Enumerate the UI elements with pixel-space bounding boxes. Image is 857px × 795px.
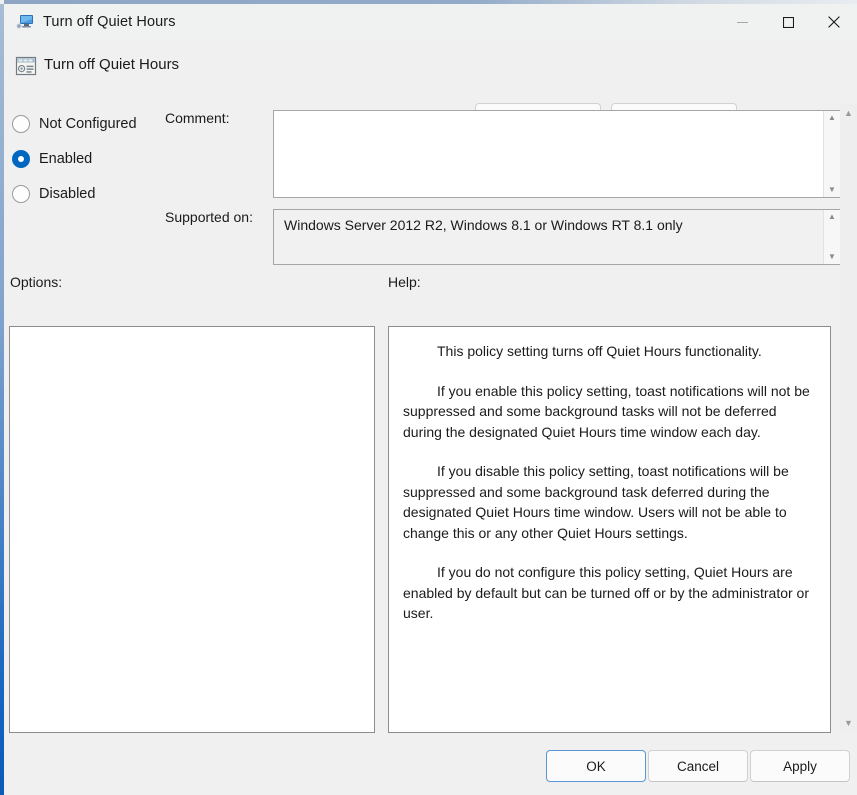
- window-left-accent-border: [0, 4, 4, 795]
- supported-on-scrollbar[interactable]: ▲ ▼: [823, 210, 840, 264]
- scroll-down-icon[interactable]: ▼: [828, 186, 836, 194]
- ok-button[interactable]: OK: [546, 750, 646, 782]
- help-paragraph: If you enable this policy setting, toast…: [403, 382, 810, 440]
- help-text: This policy setting turns off Quiet Hour…: [389, 327, 830, 634]
- comment-label: Comment:: [165, 110, 230, 126]
- scroll-down-icon[interactable]: ▼: [844, 719, 853, 728]
- scroll-up-icon[interactable]: ▲: [828, 213, 836, 221]
- supported-on-label: Supported on:: [165, 209, 253, 225]
- radio-disabled-mark: [12, 185, 30, 203]
- options-panel-content: [10, 327, 374, 347]
- title-bar: Turn off Quiet Hours: [4, 4, 857, 40]
- help-paragraph: If you disable this policy setting, toas…: [403, 463, 789, 541]
- radio-enabled-label: Enabled: [39, 151, 93, 167]
- radio-not-configured[interactable]: Not Configured: [12, 115, 137, 133]
- supported-on-textbox: Windows Server 2012 R2, Windows 8.1 or W…: [273, 209, 841, 265]
- radio-disabled-label: Disabled: [39, 186, 96, 202]
- window-title: Turn off Quiet Hours: [43, 14, 176, 30]
- radio-not-configured-label: Not Configured: [39, 116, 137, 132]
- dialog-scrollbar[interactable]: ▲ ▼: [840, 104, 857, 733]
- window-controls: [719, 4, 857, 40]
- scroll-down-icon[interactable]: ▼: [828, 253, 836, 261]
- comment-scrollbar[interactable]: ▲ ▼: [823, 111, 840, 197]
- supported-on-value: Windows Server 2012 R2, Windows 8.1 or W…: [284, 217, 683, 233]
- radio-enabled[interactable]: Enabled: [12, 150, 92, 168]
- setting-header: Turn off Quiet Hours Previous Setting Ne…: [4, 44, 857, 135]
- computer-icon: [16, 14, 34, 30]
- close-button[interactable]: [811, 4, 857, 40]
- maximize-button[interactable]: [765, 4, 811, 40]
- group-policy-setting-dialog: Turn off Quiet Hours Turn off Quiet Hour…: [0, 0, 857, 795]
- scroll-up-icon[interactable]: ▲: [828, 114, 836, 122]
- minimize-button[interactable]: [719, 4, 765, 40]
- help-paragraph: If you do not configure this policy sett…: [403, 564, 809, 621]
- cancel-button[interactable]: Cancel: [648, 750, 748, 782]
- options-panel: [9, 326, 375, 733]
- comment-textbox[interactable]: ▲ ▼: [273, 110, 841, 198]
- radio-enabled-mark: [12, 150, 30, 168]
- policy-setting-icon: [14, 54, 38, 78]
- radio-disabled[interactable]: Disabled: [12, 185, 95, 203]
- radio-not-configured-mark: [12, 115, 30, 133]
- help-panel: This policy setting turns off Quiet Hour…: [388, 326, 831, 733]
- scroll-up-icon[interactable]: ▲: [844, 109, 853, 118]
- help-label: Help:: [388, 274, 421, 290]
- comment-textbox-value[interactable]: [274, 111, 823, 197]
- help-paragraph: This policy setting turns off Quiet Hour…: [437, 343, 762, 359]
- setting-title: Turn off Quiet Hours: [44, 56, 180, 73]
- options-label: Options:: [10, 274, 63, 290]
- apply-button[interactable]: Apply: [750, 750, 850, 782]
